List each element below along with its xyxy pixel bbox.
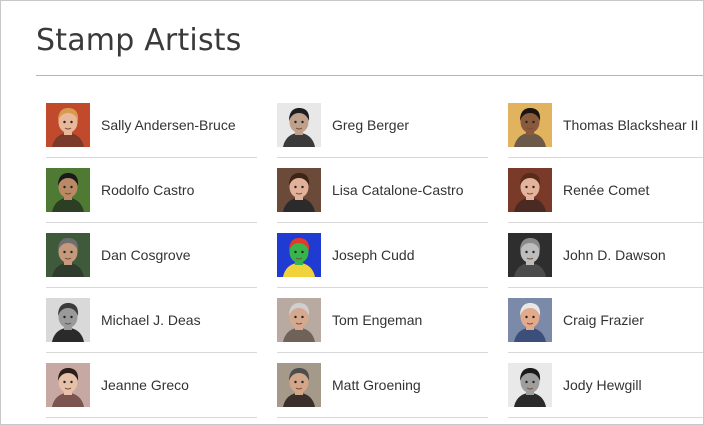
artist-photo[interactable] (46, 233, 90, 277)
content-panel: Stamp Artists Sally Andersen-Bruce Greg B… (0, 0, 704, 425)
artist-name[interactable]: Renée Comet (563, 182, 649, 198)
artist-link[interactable]: Greg Berger (277, 93, 488, 158)
artist-link[interactable]: Thomas Blackshear II (508, 93, 703, 158)
artist-photo[interactable] (508, 298, 552, 342)
artist-name[interactable]: Jeanne Greco (101, 377, 189, 393)
artist-name[interactable]: Sally Andersen-Bruce (101, 117, 236, 133)
artist-link[interactable]: Craig Frazier (508, 288, 703, 353)
artist-link[interactable]: Tom Engeman (277, 288, 488, 353)
artist-photo[interactable] (508, 233, 552, 277)
artist-photo[interactable] (277, 103, 321, 147)
artist-photo[interactable] (508, 363, 552, 407)
artist-link[interactable]: Dan Cosgrove (46, 223, 257, 288)
artist-photo[interactable] (277, 363, 321, 407)
artist-photo[interactable] (46, 363, 90, 407)
artist-photo[interactable] (46, 168, 90, 212)
artist-link[interactable]: Joseph Cudd (277, 223, 488, 288)
artist-name[interactable]: Jody Hewgill (563, 377, 642, 393)
artist-link[interactable]: Jeanne Greco (46, 353, 257, 418)
artist-name[interactable]: Matt Groening (332, 377, 421, 393)
page-title: Stamp Artists (36, 23, 242, 58)
artist-link[interactable]: Michael J. Deas (46, 288, 257, 353)
artist-name[interactable]: Craig Frazier (563, 312, 644, 328)
artist-link[interactable]: Lisa Catalone-Castro (277, 158, 488, 223)
artist-link[interactable]: Rodolfo Castro (46, 158, 257, 223)
artist-photo[interactable] (508, 103, 552, 147)
artist-link[interactable]: Renée Comet (508, 158, 703, 223)
artist-name[interactable]: Lisa Catalone-Castro (332, 182, 464, 198)
artist-link[interactable]: Jody Hewgill (508, 353, 703, 418)
artist-link[interactable]: John D. Dawson (508, 223, 703, 288)
artist-photo[interactable] (277, 233, 321, 277)
artist-photo[interactable] (277, 168, 321, 212)
artist-name[interactable]: Rodolfo Castro (101, 182, 194, 198)
artist-photo[interactable] (508, 168, 552, 212)
artist-name[interactable]: Michael J. Deas (101, 312, 201, 328)
artist-name[interactable]: Joseph Cudd (332, 247, 415, 263)
artist-link[interactable]: Matt Groening (277, 353, 488, 418)
artist-name[interactable]: Greg Berger (332, 117, 409, 133)
artist-photo[interactable] (277, 298, 321, 342)
artist-name[interactable]: Thomas Blackshear II (563, 117, 698, 133)
title-divider (36, 75, 703, 76)
artist-name[interactable]: John D. Dawson (563, 247, 666, 263)
artist-photo[interactable] (46, 298, 90, 342)
artist-name[interactable]: Tom Engeman (332, 312, 422, 328)
artist-link[interactable]: Sally Andersen-Bruce (46, 93, 257, 158)
artist-grid: Sally Andersen-Bruce Greg Berger Thomas Bl… (46, 93, 703, 418)
artist-name[interactable]: Dan Cosgrove (101, 247, 191, 263)
artist-photo[interactable] (46, 103, 90, 147)
